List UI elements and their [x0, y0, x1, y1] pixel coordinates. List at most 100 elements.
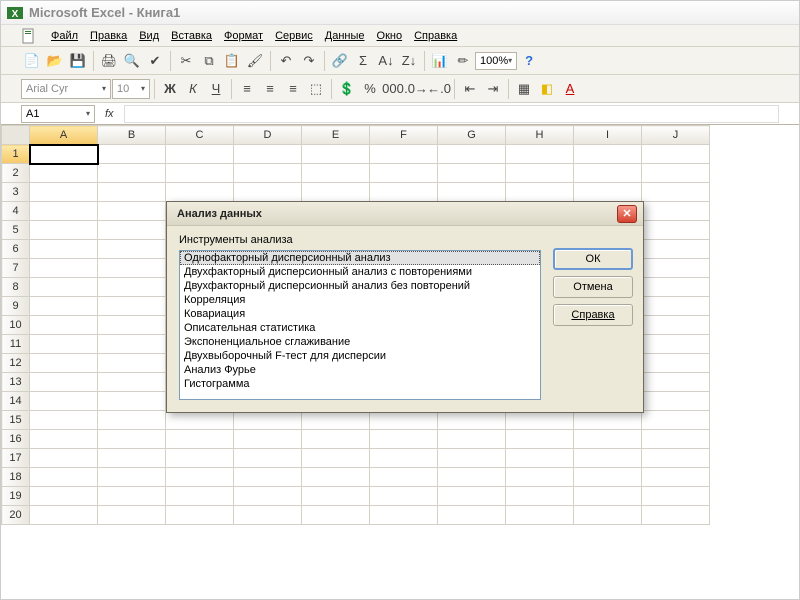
cell[interactable] [642, 202, 710, 221]
cell[interactable] [166, 449, 234, 468]
row-header[interactable]: 12 [2, 354, 30, 373]
cell[interactable] [370, 430, 438, 449]
currency-icon[interactable]: 💲 [336, 78, 358, 100]
list-item[interactable]: Двухфакторный дисперсионный анализ без п… [180, 279, 540, 293]
cell[interactable] [642, 221, 710, 240]
cell[interactable] [98, 487, 166, 506]
cell[interactable] [166, 506, 234, 525]
cell[interactable] [166, 183, 234, 202]
cell[interactable] [642, 164, 710, 183]
cell[interactable] [30, 468, 98, 487]
menu-edit[interactable]: Правка [84, 28, 133, 44]
cell[interactable] [506, 468, 574, 487]
zoom-box[interactable]: 100%▾ [475, 52, 517, 70]
cell[interactable] [574, 449, 642, 468]
cell[interactable] [370, 183, 438, 202]
cell[interactable] [642, 278, 710, 297]
cell[interactable] [642, 316, 710, 335]
cell[interactable] [438, 487, 506, 506]
cell[interactable] [506, 487, 574, 506]
cell[interactable] [302, 145, 370, 164]
cell[interactable] [30, 411, 98, 430]
spellcheck-icon[interactable]: ✔ [144, 50, 166, 72]
cell[interactable] [438, 449, 506, 468]
redo-icon[interactable]: ↷ [298, 50, 320, 72]
sort-asc-icon[interactable]: A↓ [375, 50, 397, 72]
cell[interactable] [166, 411, 234, 430]
cell[interactable] [506, 164, 574, 183]
row-header[interactable]: 16 [2, 430, 30, 449]
merge-icon[interactable]: ⬚ [305, 78, 327, 100]
row-header[interactable]: 18 [2, 468, 30, 487]
cell[interactable] [642, 240, 710, 259]
list-item[interactable]: Экспоненциальное сглаживание [180, 335, 540, 349]
row-header[interactable]: 17 [2, 449, 30, 468]
cell[interactable] [98, 373, 166, 392]
cell[interactable] [642, 411, 710, 430]
cell[interactable] [234, 430, 302, 449]
cell[interactable] [30, 487, 98, 506]
cell[interactable] [506, 449, 574, 468]
formula-input[interactable] [124, 105, 779, 123]
cell[interactable] [642, 449, 710, 468]
menu-view[interactable]: Вид [133, 28, 165, 44]
dialog-titlebar[interactable]: Анализ данных ✕ [167, 202, 643, 226]
cell[interactable] [30, 259, 98, 278]
cell[interactable] [370, 164, 438, 183]
cell[interactable] [370, 506, 438, 525]
cell[interactable] [98, 335, 166, 354]
autosum-icon[interactable]: Σ [352, 50, 374, 72]
cell[interactable] [98, 506, 166, 525]
name-box[interactable]: A1 ▾ [21, 105, 95, 123]
cell[interactable] [234, 411, 302, 430]
cell[interactable] [438, 468, 506, 487]
cell[interactable] [98, 316, 166, 335]
cell[interactable] [166, 487, 234, 506]
row-header[interactable]: 14 [2, 392, 30, 411]
cell[interactable] [302, 506, 370, 525]
cell[interactable] [438, 411, 506, 430]
analysis-tools-listbox[interactable]: Однофакторный дисперсионный анализДвухфа… [179, 250, 541, 400]
cell[interactable] [30, 240, 98, 259]
list-item[interactable]: Анализ Фурье [180, 363, 540, 377]
cell[interactable] [302, 487, 370, 506]
cell[interactable] [302, 430, 370, 449]
cell[interactable] [574, 468, 642, 487]
cell[interactable] [30, 164, 98, 183]
cell[interactable] [166, 468, 234, 487]
cell[interactable] [370, 449, 438, 468]
cell[interactable] [574, 183, 642, 202]
menu-insert[interactable]: Вставка [165, 28, 218, 44]
cell[interactable] [642, 506, 710, 525]
percent-icon[interactable]: % [359, 78, 381, 100]
column-header[interactable]: B [98, 126, 166, 145]
column-header[interactable]: J [642, 126, 710, 145]
cell[interactable] [438, 164, 506, 183]
cell[interactable] [642, 468, 710, 487]
column-header[interactable]: I [574, 126, 642, 145]
cell[interactable] [574, 430, 642, 449]
cell[interactable] [438, 506, 506, 525]
cell[interactable] [574, 145, 642, 164]
copy-icon[interactable]: ⧉ [198, 50, 220, 72]
chart-icon[interactable]: 📊 [429, 50, 451, 72]
row-header[interactable]: 1 [2, 145, 30, 164]
cell[interactable] [30, 316, 98, 335]
row-header[interactable]: 5 [2, 221, 30, 240]
row-header[interactable]: 20 [2, 506, 30, 525]
cell[interactable] [506, 183, 574, 202]
cell[interactable] [642, 183, 710, 202]
row-header[interactable]: 8 [2, 278, 30, 297]
cell[interactable] [30, 449, 98, 468]
cell[interactable] [642, 373, 710, 392]
cell[interactable] [98, 297, 166, 316]
cell[interactable] [642, 259, 710, 278]
cell[interactable] [98, 278, 166, 297]
cell[interactable] [642, 335, 710, 354]
cell[interactable] [574, 164, 642, 183]
cell[interactable] [234, 487, 302, 506]
fontsize-selector[interactable]: 10▾ [112, 79, 150, 99]
cell[interactable] [574, 411, 642, 430]
cell[interactable] [574, 487, 642, 506]
help-button[interactable]: Справка [553, 304, 633, 326]
